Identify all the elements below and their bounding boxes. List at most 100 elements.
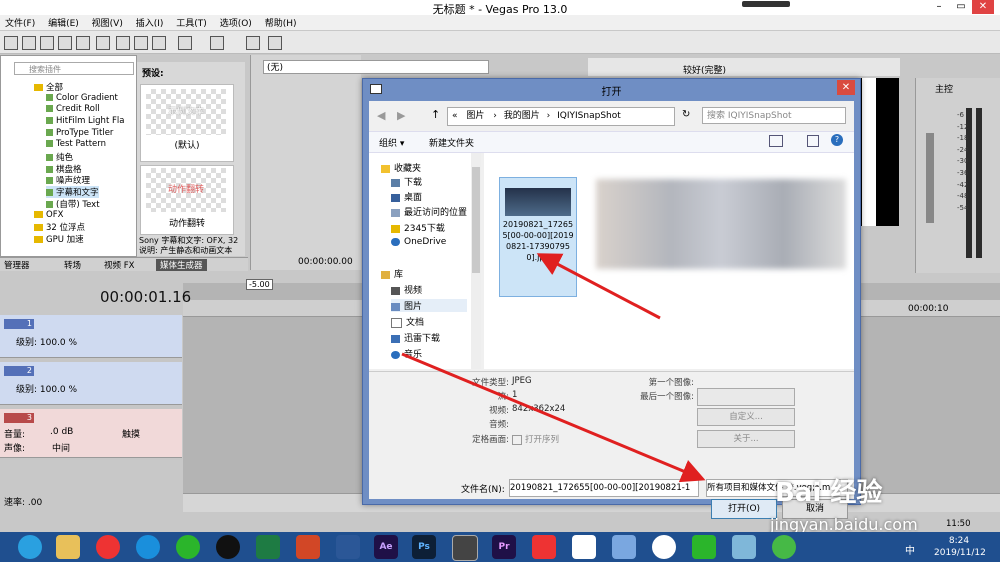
tree-item-solid-color[interactable]: 纯色 (46, 151, 73, 163)
refresh-icon[interactable]: ↻ (682, 109, 690, 120)
tab-transitions[interactable]: 转场 (64, 259, 81, 271)
new-folder-button[interactable]: 新建文件夹 (429, 136, 474, 149)
tree-item-gpu[interactable]: GPU 加速 (34, 233, 84, 245)
properties-icon[interactable] (76, 36, 90, 50)
menu-file[interactable]: 文件(F) (0, 15, 40, 30)
powerpoint-icon[interactable] (296, 535, 320, 559)
nav-videos[interactable]: 视频 (391, 283, 422, 296)
app-blue-icon[interactable] (732, 535, 756, 559)
save-as-icon[interactable] (58, 36, 72, 50)
video-track-1[interactable]: 1 级别: 100.0 % (0, 315, 182, 358)
wechat-icon[interactable] (176, 535, 200, 559)
help-icon[interactable]: ? (831, 134, 843, 146)
ime-indicator[interactable]: 中 (905, 542, 915, 557)
master-fader[interactable] (926, 133, 934, 223)
premiere-icon[interactable]: Pr (492, 535, 516, 559)
preview-quality-select[interactable]: 较好(完整) (683, 63, 726, 76)
automation-mode[interactable]: 触摸 (122, 427, 140, 440)
preset-default[interactable]: 示例文本 (默认) (140, 84, 234, 162)
save-icon[interactable] (40, 36, 54, 50)
envelope-tool-icon[interactable] (268, 36, 282, 50)
qq-icon[interactable] (216, 535, 240, 559)
menu-edit[interactable]: 编辑(E) (43, 15, 84, 30)
nav-scrollbar-thumb[interactable] (472, 167, 480, 273)
vegas-icon[interactable] (452, 535, 478, 561)
open-button[interactable]: 打开(O) (711, 499, 777, 519)
tab-manager[interactable]: 管理器 (4, 259, 30, 271)
trimmer-combo[interactable]: (无) (263, 60, 489, 74)
organize-button[interactable]: 组织 ▾ (379, 136, 404, 149)
new-file-icon[interactable] (4, 36, 18, 50)
app-plane-icon[interactable] (612, 535, 636, 559)
nav-libraries[interactable]: 库 (381, 267, 403, 280)
forward-icon[interactable]: ▶ (397, 109, 405, 122)
filename-input[interactable]: 20190821_172655[00-00-00][20190821-1 (509, 479, 699, 497)
menu-help[interactable]: 帮助(H) (260, 15, 302, 30)
render-icon[interactable] (96, 36, 110, 50)
menu-view[interactable]: 视图(V) (87, 15, 128, 30)
maximize-button[interactable]: ▭ (950, 0, 972, 14)
app-red-icon[interactable] (532, 535, 556, 559)
system-clock[interactable]: 8:24 2019/11/12 (934, 535, 986, 559)
minimize-button[interactable]: – (928, 0, 950, 14)
breadcrumb-my-pictures[interactable]: 我的图片 (504, 111, 540, 121)
nav-downloads[interactable]: 下载 (391, 175, 422, 188)
tab-media-generators[interactable]: 媒体生成器 (156, 259, 207, 271)
nav-pictures[interactable]: 图片 (391, 299, 467, 312)
dialog-search-input[interactable]: 搜索 IQIYISnapShot (702, 107, 846, 124)
nav-xunlei[interactable]: 迅雷下载 (391, 331, 440, 344)
excel-icon[interactable] (256, 535, 280, 559)
nav-onedrive[interactable]: OneDrive (391, 237, 446, 247)
music-app-icon[interactable] (96, 535, 120, 559)
breadcrumb-folder[interactable]: IQIYISnapShot (557, 111, 621, 121)
nav-documents[interactable]: 文档 (391, 315, 424, 328)
photoshop-icon[interactable]: Ps (412, 535, 436, 559)
app-refresh-icon[interactable] (772, 535, 796, 559)
breadcrumb-overflow[interactable]: « (452, 111, 458, 121)
cut-icon[interactable] (116, 36, 130, 50)
audio-track-3[interactable]: 3 音量: .0 dB 声像: 中间 触摸 (0, 409, 182, 458)
plugin-search-input[interactable]: 搜索插件 (14, 62, 134, 75)
nav-desktop[interactable]: 桌面 (391, 190, 422, 203)
nav-favorites[interactable]: 收藏夹 (381, 161, 421, 174)
menu-tools[interactable]: 工具(T) (171, 15, 212, 30)
up-arrow-icon[interactable]: ↑ (431, 108, 440, 121)
app-note-icon[interactable] (572, 535, 596, 559)
tree-item-ofx[interactable]: OFX (34, 210, 63, 220)
open-sequence-checkbox[interactable]: 打开序列 (512, 433, 559, 445)
custom-button[interactable]: 自定义... (697, 408, 795, 426)
tree-item-test-pattern[interactable]: Test Pattern (46, 139, 106, 149)
tree-item-titles-text[interactable]: 字幕和文字 (46, 186, 99, 198)
file-explorer-icon[interactable] (56, 535, 80, 559)
view-mode-icon[interactable] (769, 135, 783, 147)
app-k-icon[interactable] (136, 535, 160, 559)
video-track-2[interactable]: 2 级别: 100.0 % (0, 362, 182, 405)
app-cloud-icon[interactable] (652, 535, 676, 559)
undo-icon[interactable] (178, 36, 192, 50)
tree-item-hitfilm[interactable]: HitFilm Light Fla (46, 116, 124, 126)
app-green-icon[interactable] (692, 535, 716, 559)
tab-video-fx[interactable]: 视频 FX (104, 259, 134, 271)
tree-item-noise-texture[interactable]: 噪声纹理 (46, 174, 90, 186)
edit-tool-icon[interactable] (246, 36, 260, 50)
address-bar[interactable]: « 图片 › 我的图片 › IQIYISnapShot (447, 107, 675, 126)
tree-item-credit-roll[interactable]: Credit Roll (46, 104, 100, 114)
tree-item-legacy-text[interactable]: (自带) Text (46, 198, 100, 210)
nav-2345-downloads[interactable]: 2345下载 (391, 221, 445, 234)
menu-insert[interactable]: 插入(I) (131, 15, 169, 30)
about-button[interactable]: 关于... (697, 430, 795, 448)
browser-icon[interactable] (18, 535, 42, 559)
open-folder-icon[interactable] (22, 36, 36, 50)
preset-action-flip[interactable]: 动作翻转 动作翻转 (140, 165, 234, 235)
nav-music[interactable]: 音乐 (391, 347, 422, 360)
file-item-selected[interactable]: 20190821_172655[00-00-00][20190821-17390… (499, 177, 577, 297)
close-button[interactable]: ✕ (972, 0, 994, 14)
word-icon[interactable] (336, 535, 360, 559)
redo-icon[interactable] (210, 36, 224, 50)
copy-icon[interactable] (134, 36, 148, 50)
preview-pane-icon[interactable] (807, 135, 819, 147)
tree-item-32bit[interactable]: 32 位浮点 (34, 221, 85, 233)
nav-recent[interactable]: 最近访问的位置 (391, 205, 467, 218)
tree-item-all[interactable]: 全部 (34, 81, 63, 93)
paste-icon[interactable] (152, 36, 166, 50)
